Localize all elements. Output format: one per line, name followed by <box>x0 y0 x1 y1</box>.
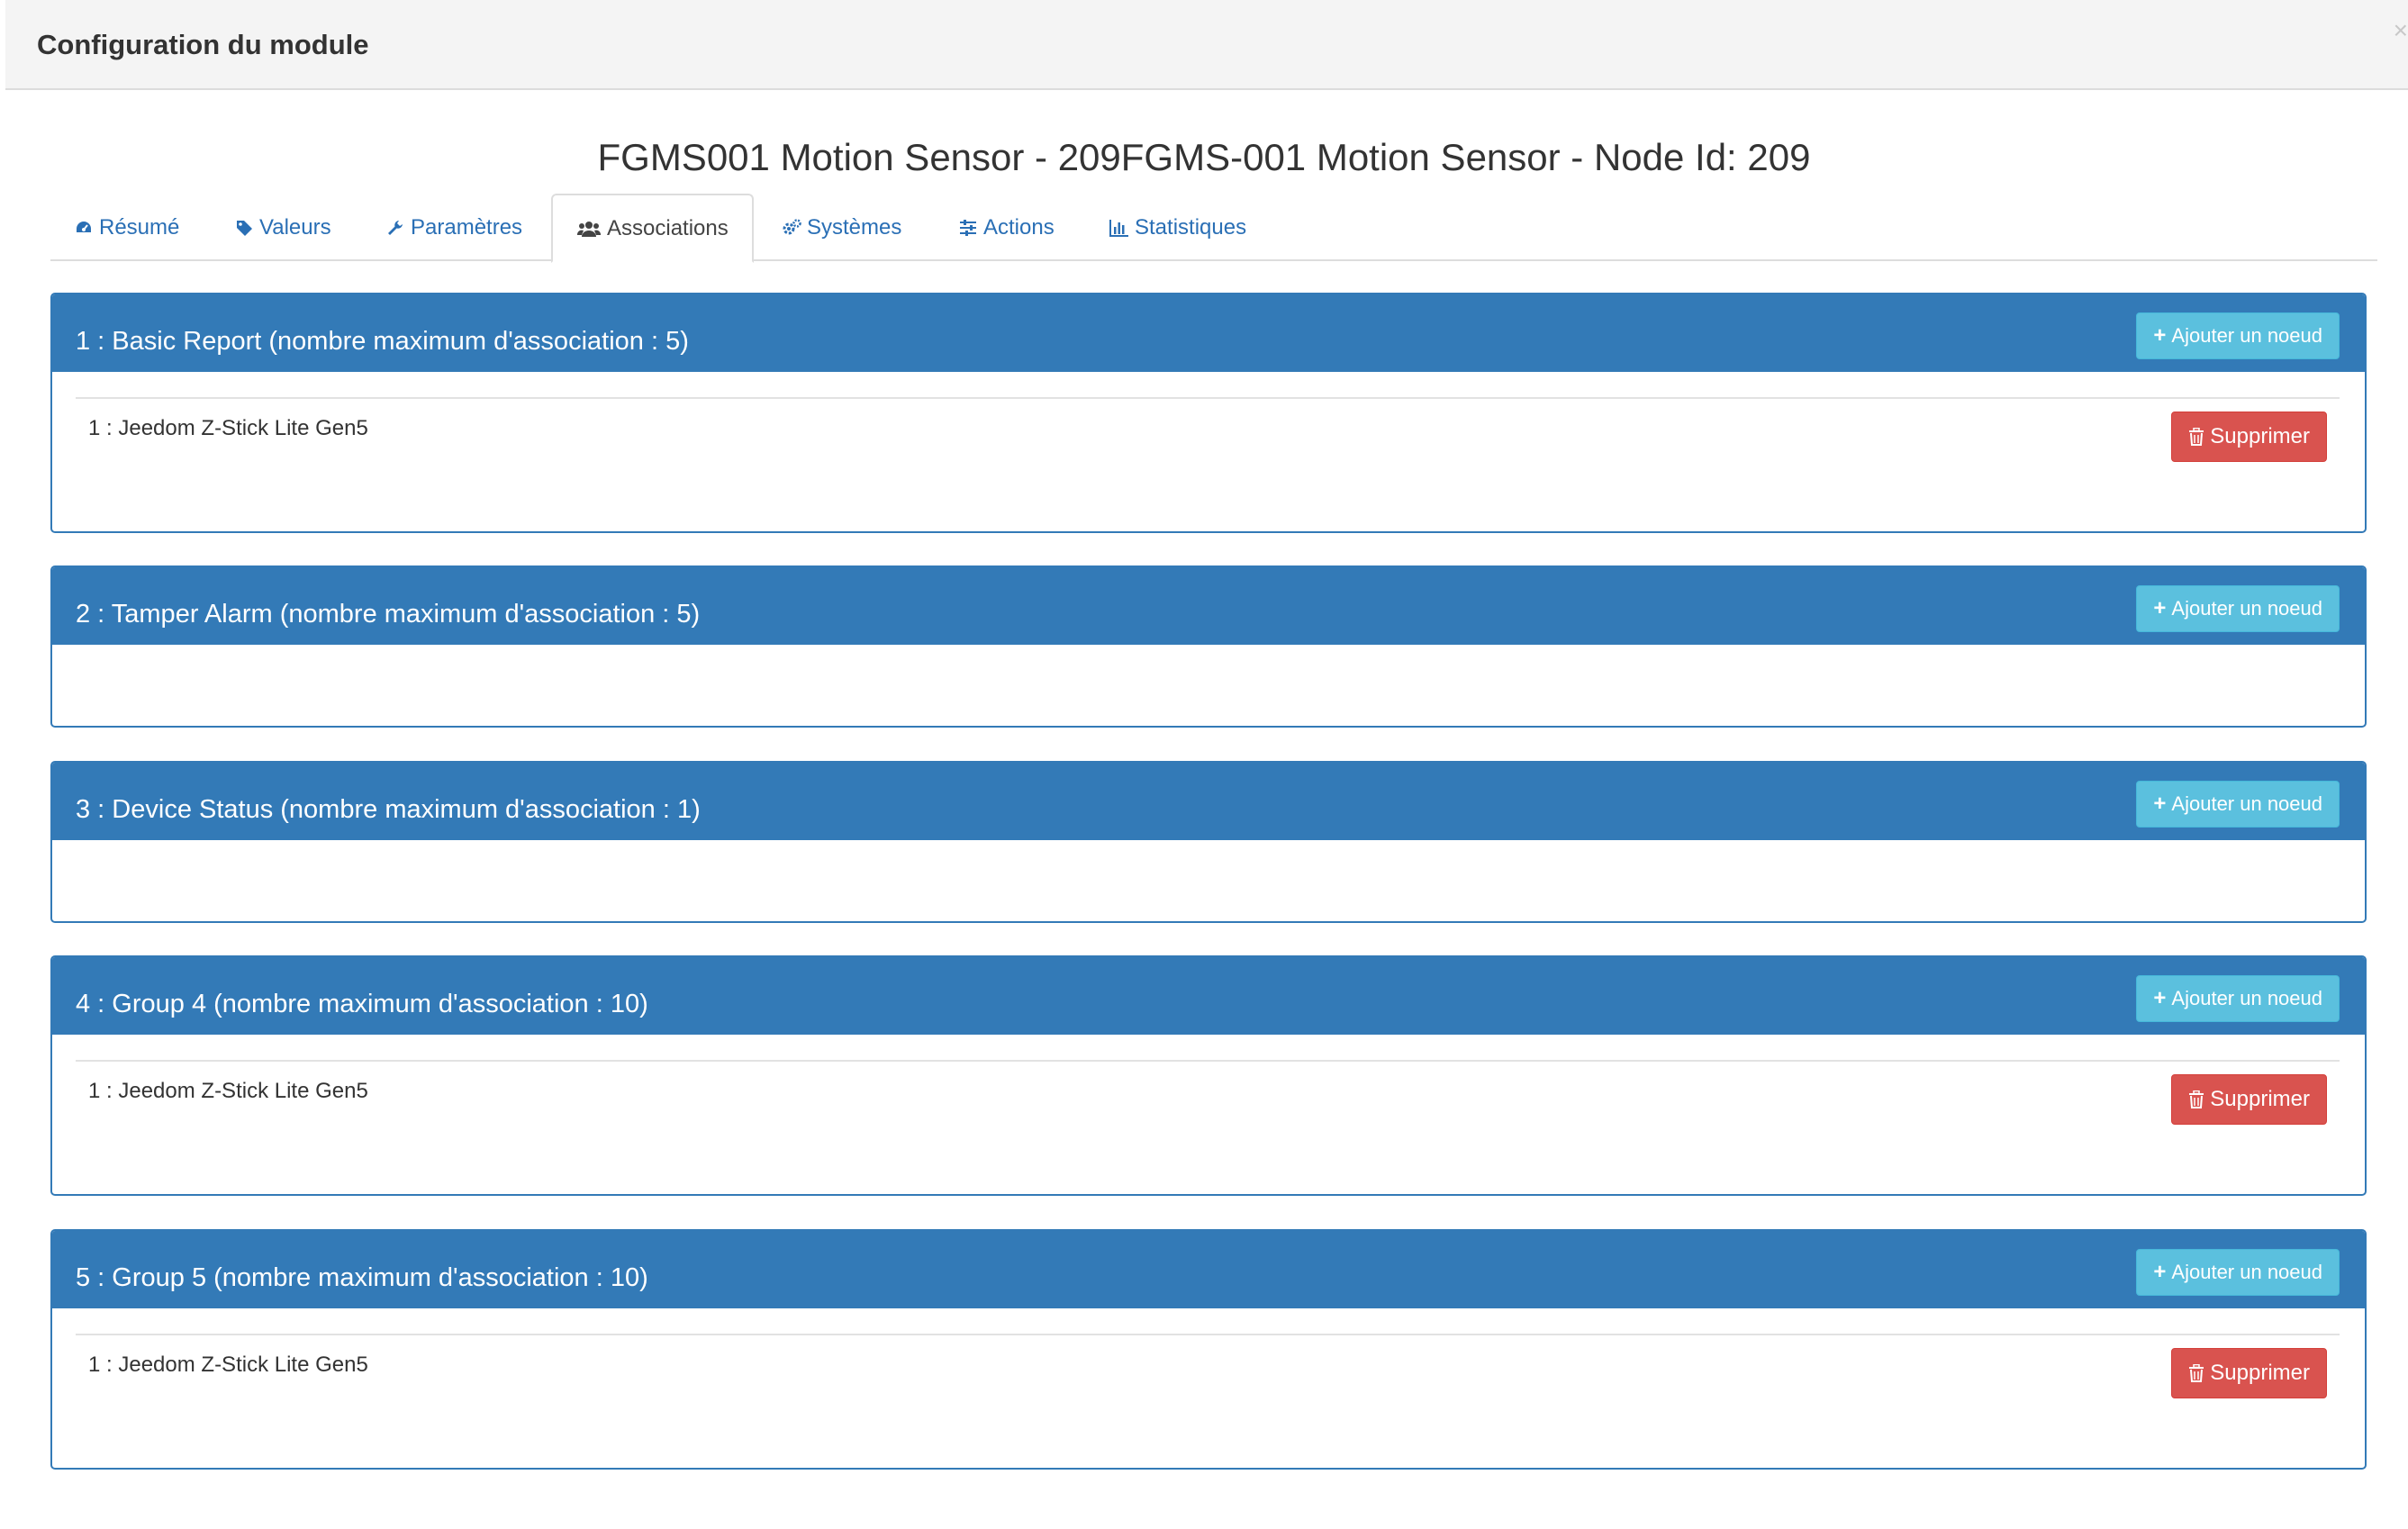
tab-statistiques[interactable]: Statistiques <box>1109 194 1246 261</box>
add-node-label: Ajouter un noeud <box>2171 324 2322 347</box>
association-group-panel: 3 : Device Status (nombre maximum d'asso… <box>50 761 2367 923</box>
panel-body: 1 : Jeedom Z-Stick Lite Gen5 Supprimer <box>52 1308 2365 1468</box>
dashboard-icon <box>74 218 94 238</box>
panel-body <box>52 840 2365 921</box>
close-icon[interactable]: × <box>2394 13 2408 49</box>
tab-label: Actions <box>983 214 1055 240</box>
panel-heading: 4 : Group 4 (nombre maximum d'associatio… <box>52 957 2365 1035</box>
plus-icon: + <box>2153 986 2167 1010</box>
add-node-label: Ajouter un noeud <box>2171 987 2322 1009</box>
add-node-label: Ajouter un noeud <box>2171 792 2322 815</box>
delete-node-button[interactable]: Supprimer <box>2171 1074 2327 1125</box>
tab-systemes[interactable]: Systèmes <box>782 194 901 261</box>
tab-valeurs[interactable]: Valeurs <box>234 194 331 261</box>
panel-title: 1 : Basic Report (nombre maximum d'assoc… <box>76 327 689 356</box>
association-node-row: 1 : Jeedom Z-Stick Lite Gen5 Supprimer <box>76 1060 2340 1134</box>
association-group-panel: 1 : Basic Report (nombre maximum d'assoc… <box>50 293 2367 533</box>
add-node-button[interactable]: + Ajouter un noeud <box>2136 1249 2340 1296</box>
panel-heading: 1 : Basic Report (nombre maximum d'assoc… <box>52 294 2365 372</box>
add-node-button[interactable]: + Ajouter un noeud <box>2136 585 2340 632</box>
tab-label: Valeurs <box>259 214 331 240</box>
trash-icon <box>2188 428 2204 446</box>
plus-icon: + <box>2153 792 2167 816</box>
tab-label: Statistiques <box>1135 214 1247 240</box>
tag-icon <box>234 218 254 238</box>
node-label: 1 : Jeedom Z-Stick Lite Gen5 <box>88 416 368 440</box>
node-label: 1 : Jeedom Z-Stick Lite Gen5 <box>88 1353 368 1377</box>
add-node-label: Ajouter un noeud <box>2171 1261 2322 1283</box>
panel-heading: 3 : Device Status (nombre maximum d'asso… <box>52 763 2365 840</box>
tab-label: Associations <box>607 215 729 240</box>
panel-body: 1 : Jeedom Z-Stick Lite Gen5 Supprimer <box>52 1035 2365 1194</box>
tab-resume[interactable]: Résumé <box>74 194 179 261</box>
tab-label: Résumé <box>99 214 180 240</box>
association-group-panel: 4 : Group 4 (nombre maximum d'associatio… <box>50 955 2367 1196</box>
delete-label: Supprimer <box>2210 424 2310 448</box>
delete-node-button[interactable]: Supprimer <box>2171 1348 2327 1398</box>
gears-icon <box>782 218 801 238</box>
add-node-button[interactable]: + Ajouter un noeud <box>2136 312 2340 359</box>
tab-actions[interactable]: Actions <box>958 194 1055 261</box>
plus-icon: + <box>2153 323 2167 348</box>
wrench-icon <box>385 218 405 238</box>
panel-title: 3 : Device Status (nombre maximum d'asso… <box>76 795 701 824</box>
panel-body: 1 : Jeedom Z-Stick Lite Gen5 Supprimer <box>52 372 2365 531</box>
tab-label: Systèmes <box>807 214 902 240</box>
plus-icon: + <box>2153 596 2167 620</box>
delete-node-button[interactable]: Supprimer <box>2171 412 2327 462</box>
node-label: 1 : Jeedom Z-Stick Lite Gen5 <box>88 1079 368 1103</box>
add-node-label: Ajouter un noeud <box>2171 597 2322 620</box>
modal-header: Configuration du module × <box>5 0 2408 90</box>
association-group-panel: 2 : Tamper Alarm (nombre maximum d'assoc… <box>50 565 2367 728</box>
page-title: FGMS001 Motion Sensor - 209FGMS-001 Moti… <box>597 136 1811 178</box>
tab-label: Paramètres <box>411 214 523 240</box>
association-group-panel: 5 : Group 5 (nombre maximum d'associatio… <box>50 1229 2367 1470</box>
tab-parametres[interactable]: Paramètres <box>385 194 522 261</box>
modal-title: Configuration du module <box>37 29 369 60</box>
delete-label: Supprimer <box>2210 1087 2310 1111</box>
panel-title: 5 : Group 5 (nombre maximum d'associatio… <box>76 1263 648 1292</box>
trash-icon <box>2188 1364 2204 1382</box>
add-node-button[interactable]: + Ajouter un noeud <box>2136 975 2340 1022</box>
association-node-row: 1 : Jeedom Z-Stick Lite Gen5 Supprimer <box>76 397 2340 471</box>
trash-icon <box>2188 1090 2204 1108</box>
panel-title: 4 : Group 4 (nombre maximum d'associatio… <box>76 990 648 1018</box>
bar-chart-icon <box>1109 218 1129 238</box>
tab-associations[interactable]: Associations <box>551 194 754 263</box>
add-node-button[interactable]: + Ajouter un noeud <box>2136 781 2340 828</box>
panel-body <box>52 645 2365 726</box>
delete-label: Supprimer <box>2210 1361 2310 1385</box>
panel-title: 2 : Tamper Alarm (nombre maximum d'assoc… <box>76 600 701 629</box>
plus-icon: + <box>2153 1260 2167 1284</box>
association-node-row: 1 : Jeedom Z-Stick Lite Gen5 Supprimer <box>76 1334 2340 1407</box>
panel-heading: 5 : Group 5 (nombre maximum d'associatio… <box>52 1231 2365 1308</box>
sliders-icon <box>958 218 978 238</box>
tab-bar: Résumé Valeurs Paramètres Associations S… <box>50 194 2377 263</box>
users-icon <box>576 219 602 239</box>
panel-heading: 2 : Tamper Alarm (nombre maximum d'assoc… <box>52 567 2365 645</box>
